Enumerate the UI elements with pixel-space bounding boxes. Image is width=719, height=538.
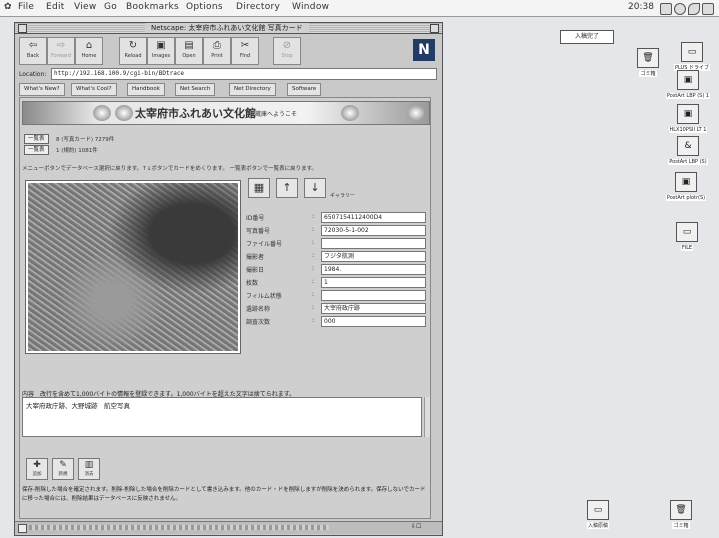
list-button-rules[interactable]: 一覧表 <box>24 145 49 155</box>
trash-icon: ▥ <box>84 460 94 470</box>
survey-number-field[interactable]: 000 <box>321 316 426 327</box>
printer-desktop-icon[interactable]: & PostArt LBP (S) <box>660 136 716 165</box>
whats-cool-button[interactable]: What's Cool? <box>71 83 117 96</box>
delete-button[interactable]: ▥ 消去 <box>78 458 100 480</box>
file-number-field[interactable] <box>321 238 426 249</box>
footer-note: 保存-削除した場合を確定されます。削除-削除した場合を削除カードとして書き込みま… <box>22 487 426 502</box>
printer-desktop-icon[interactable]: ▣ HLX10PSII LT 1 <box>660 104 716 133</box>
images-button[interactable]: ▣ Images <box>147 37 175 65</box>
app-menu-icon[interactable] <box>702 3 714 15</box>
printer-desktop-icon[interactable]: ▣ PostArt plotr(S) <box>656 172 716 201</box>
net-search-button[interactable]: Net Search <box>175 83 216 96</box>
menu-edit[interactable]: Edit <box>46 2 65 12</box>
down-arrow-icon: ↓ <box>310 181 320 194</box>
photographer-field[interactable]: フジタ航測 <box>321 251 426 262</box>
print-button[interactable]: ⎙ Print <box>203 37 231 65</box>
list-button-photo[interactable]: 一覧表 <box>24 134 49 144</box>
menu-file[interactable]: File <box>18 2 34 12</box>
count-field[interactable]: 1 <box>321 277 426 288</box>
photo-number-field[interactable]: 72030-5-1-002 <box>321 225 426 236</box>
pen-icon[interactable] <box>688 3 700 15</box>
instruction-text: メニューボタンでデータベース選択に戻ります。↑↓ボタンでカードをめくります。 一… <box>22 166 318 172</box>
banner-subtitle: 収蔵庫へようこそ <box>249 111 298 118</box>
zoom-box-icon[interactable] <box>430 24 439 33</box>
list-count-rules: 1 (規約) 1081件 <box>56 148 98 154</box>
id-number-field[interactable]: 6507154112400D4 <box>321 212 426 223</box>
status-bar: ⇩☐ <box>15 521 442 534</box>
museum-banner: 太宰府市ふれあい文化館 収蔵庫へようこそ <box>22 101 430 125</box>
open-button[interactable]: ▤ Open <box>175 37 203 65</box>
new-button[interactable]: ✎ 新規 <box>52 458 74 480</box>
site-name-field[interactable]: 大宰府政庁跡 <box>321 303 426 314</box>
print-icon: ⎙ <box>213 40 221 51</box>
next-card-button[interactable]: ↓ <box>304 178 326 198</box>
forward-arrow-icon: ⇨ <box>56 40 66 51</box>
add-button[interactable]: ✚ 追加 <box>26 458 48 480</box>
list-count-photo: 8 (写真カード) 7279件 <box>56 137 115 143</box>
close-box-icon[interactable] <box>18 24 27 33</box>
menu-go[interactable]: Go <box>104 2 117 12</box>
document-status-icon: ⇩☐ <box>411 523 422 530</box>
menu-bar: ✿ File Edit View Go Bookmarks Options Di… <box>0 0 719 17</box>
folder-desktop-icon[interactable]: ▭ FILE <box>670 222 704 251</box>
menu-options[interactable]: Options <box>186 2 223 12</box>
folder-desktop-icon[interactable]: ▭ 入稿原稿 <box>578 500 618 529</box>
reload-button[interactable]: ↻ Reload <box>119 37 147 65</box>
up-arrow-icon: ↑ <box>282 181 292 194</box>
software-button[interactable]: Software <box>287 83 322 96</box>
shoot-date-field[interactable]: 1984. <box>321 264 426 275</box>
menubar-clock: 20:38 <box>628 2 654 12</box>
handbook-button[interactable]: Handbook <box>127 83 165 96</box>
add-icon: ✚ <box>33 460 41 470</box>
menu-grid-button[interactable]: ▦ <box>248 178 270 198</box>
window-title: Netscape: 太宰府市ふれあい文化館 写真カード <box>145 23 309 33</box>
reload-icon: ↻ <box>128 40 138 51</box>
drive-desktop-icon[interactable]: ▭ PLUS ドライブ <box>668 42 716 71</box>
open-icon: ▤ <box>184 40 194 51</box>
pencil-icon: ✎ <box>59 460 67 470</box>
location-label: Location: <box>19 71 47 78</box>
whats-new-button[interactable]: What's New? <box>19 83 65 96</box>
globe-icon <box>407 105 425 121</box>
menu-window[interactable]: Window <box>292 2 329 12</box>
find-icon: ✂ <box>240 40 250 51</box>
aerial-photo <box>25 180 241 354</box>
home-button[interactable]: ⌂ Home <box>75 37 103 65</box>
memo-scrollbar[interactable] <box>424 397 430 437</box>
netscape-logo-icon: N <box>413 39 435 61</box>
apple-menu-icon[interactable]: ✿ <box>4 2 12 12</box>
printer-desktop-icon[interactable]: ▣ PostArt LBP (S) 1 <box>660 70 716 99</box>
globe-icon <box>115 105 133 121</box>
previous-card-button[interactable]: ↑ <box>276 178 298 198</box>
back-arrow-icon: ⇦ <box>28 40 38 51</box>
grid-icon: ▦ <box>253 181 265 194</box>
images-icon: ▣ <box>156 40 166 51</box>
security-key-icon <box>18 524 27 533</box>
globe-icon <box>341 105 359 121</box>
browser-window: Netscape: 太宰府市ふれあい文化館 写真カード ⇦ Back ⇨ For… <box>14 22 443 536</box>
menu-bookmarks[interactable]: Bookmarks <box>126 2 179 12</box>
stop-button[interactable]: ⊘ Stop <box>273 37 301 65</box>
gallery-note: ギャラリー <box>330 193 356 199</box>
net-directory-button[interactable]: Net Directory <box>229 83 276 96</box>
help-icon[interactable] <box>674 3 686 15</box>
globe-icon <box>93 105 111 121</box>
page-content: 太宰府市ふれあい文化館 収蔵庫へようこそ 一覧表 8 (写真カード) 7279件… <box>19 97 431 519</box>
home-icon: ⌂ <box>85 40 93 51</box>
film-condition-field[interactable] <box>321 290 426 301</box>
location-input[interactable]: http://192.168.100.9/cgi-bin/BDtrace <box>51 68 437 80</box>
menu-view[interactable]: View <box>74 2 97 12</box>
stop-icon: ⊘ <box>282 40 292 51</box>
find-button[interactable]: ✂ Find <box>231 37 259 65</box>
monitor-icon[interactable] <box>660 3 672 15</box>
window-title-bar[interactable]: Netscape: 太宰府市ふれあい文化館 写真カード <box>15 23 442 34</box>
forward-button[interactable]: ⇨ Forward <box>47 37 75 65</box>
memo-textarea[interactable]: 大宰府政庁跡、大野城跡 航空写真 <box>22 397 422 437</box>
back-button[interactable]: ⇦ Back <box>19 37 47 65</box>
banner-title: 太宰府市ふれあい文化館 <box>135 107 256 120</box>
menu-directory[interactable]: Directory <box>236 2 280 12</box>
progress-bar <box>29 525 329 530</box>
desktop-note-tag[interactable]: 入稿完了 <box>560 30 614 44</box>
trash-desktop-icon[interactable]: 🗑 ゴミ箱 <box>664 500 698 529</box>
